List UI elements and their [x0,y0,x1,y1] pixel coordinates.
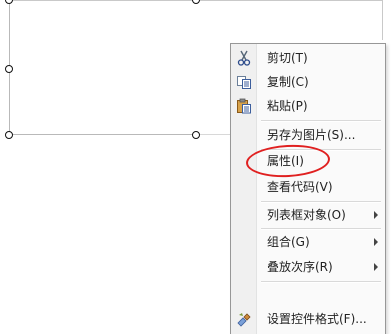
menu-item-format-control[interactable]: 设置控件格式(F)... [231,307,385,331]
menu-item-label: 查看代码(V) [267,180,333,194]
menu-item-label: 剪切(T) [267,51,308,65]
menu-item-paste[interactable]: 粘贴(P) [231,94,385,118]
menu-item-view-code[interactable]: 查看代码(V) [231,175,385,199]
menu-item-copy[interactable]: 复制(C) [231,70,385,94]
submenu-arrow-icon [374,238,378,246]
menu-item-cut[interactable]: 剪切(T) [231,46,385,70]
menu-item-order[interactable]: 叠放次序(R) [231,255,385,279]
context-menu: 剪切(T) 复制(C) 粘贴(P) 另存为图片(S)... 属性(I) 查看代码… [230,43,386,334]
menu-item-label: 组合(G) [267,235,310,249]
resize-handle-bottom-middle[interactable] [192,131,200,139]
selected-control-frame[interactable] [9,0,195,135]
copy-icon [236,74,252,90]
menu-item-label: 粘贴(P) [267,99,308,113]
scissors-icon [236,50,252,66]
submenu-arrow-icon [374,263,378,271]
menu-item-label: 设置控件格式(F)... [267,312,367,326]
menu-item-label: 列表框对象(O) [267,208,346,222]
menu-item-group[interactable]: 组合(G) [231,230,385,254]
menu-item-listbox-object[interactable]: 列表框对象(O) [231,203,385,227]
paste-icon [236,98,252,114]
resize-handle-bottom-left[interactable] [5,131,13,139]
format-control-icon [236,311,252,327]
menu-separator [261,120,381,122]
menu-item-label: 叠放次序(R) [267,260,333,274]
selection-right-border [382,0,383,40]
menu-item-save-as-picture[interactable]: 另存为图片(S)... [231,123,385,147]
menu-separator [261,281,381,283]
resize-handle-middle-left[interactable] [5,65,13,73]
selection-bottom-border [195,134,233,135]
menu-item-label: 另存为图片(S)... [267,128,356,142]
submenu-arrow-icon [374,211,378,219]
resize-handle-top-middle[interactable] [192,0,200,4]
menu-item-label: 复制(C) [267,75,309,89]
